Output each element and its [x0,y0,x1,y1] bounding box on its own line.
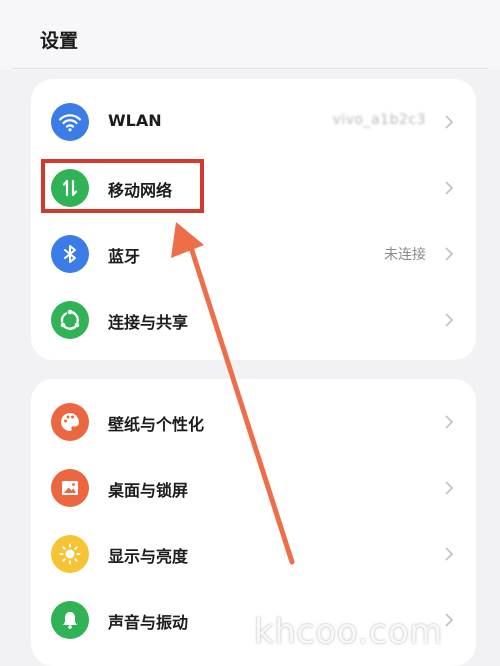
annotation-arrow [171,222,295,565]
watermark: khcoo.com [254,612,443,652]
